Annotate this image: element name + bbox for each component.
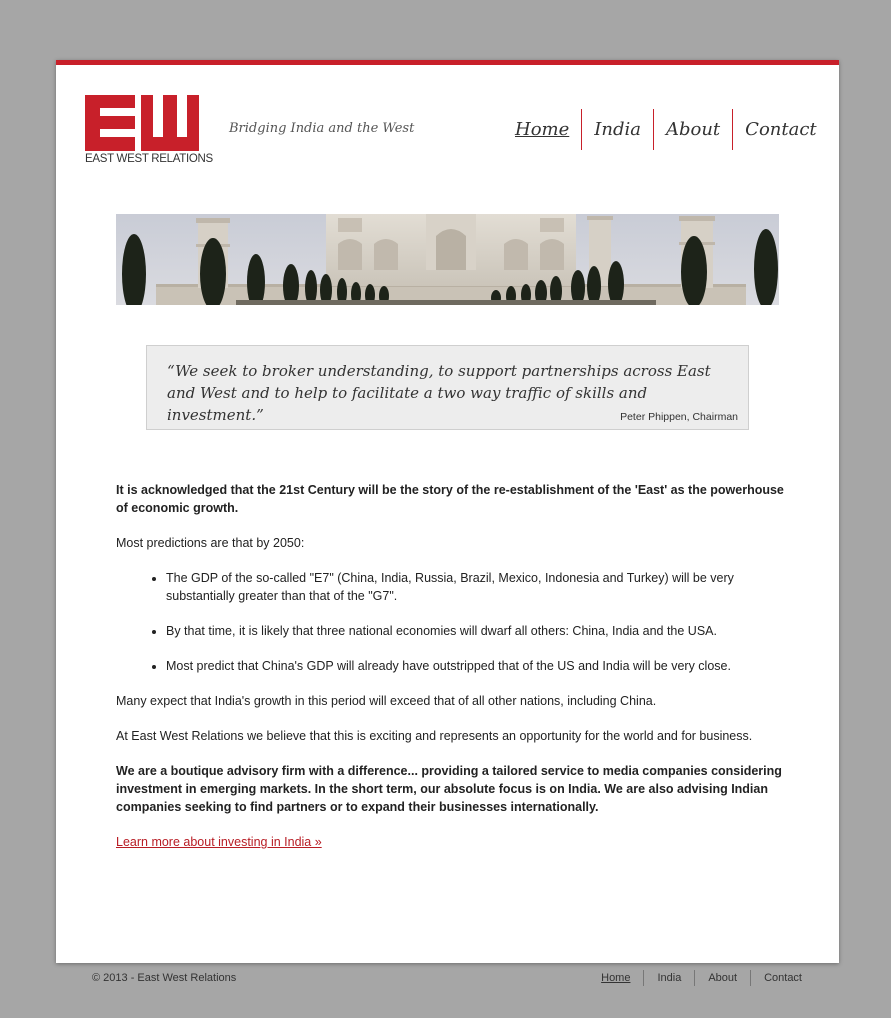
site-logo[interactable]: EAST WEST RELATIONS: [85, 95, 213, 165]
boutique-paragraph: We are a boutique advisory firm with a d…: [116, 764, 782, 814]
nav-india[interactable]: India: [582, 109, 653, 150]
main-nav: Home India About Contact: [503, 109, 829, 150]
list-item: By that time, it is likely that three na…: [166, 622, 786, 640]
ew-logo-icon: [85, 95, 199, 151]
footer-nav-contact[interactable]: Contact: [751, 970, 802, 986]
quote-author: Peter Phippen, Chairman: [620, 411, 738, 423]
footer-nav: Home India About Contact: [588, 970, 802, 986]
copyright-text: © 2013 - East West Relations: [92, 972, 237, 984]
list-item: The GDP of the so-called "E7" (China, In…: [166, 569, 786, 605]
site-tagline: Bridging India and the West: [229, 121, 415, 136]
footer-nav-india[interactable]: India: [644, 970, 694, 986]
list-item: Most predict that China's GDP will alrea…: [166, 657, 786, 675]
chairman-quote: “We seek to broker understanding, to sup…: [146, 345, 749, 430]
predictions-list: The GDP of the so-called "E7" (China, In…: [116, 569, 786, 675]
intro-paragraph: It is acknowledged that the 21st Century…: [116, 483, 784, 515]
nav-home[interactable]: Home: [503, 109, 581, 150]
predictions-lead: Most predictions are that by 2050:: [116, 536, 305, 550]
growth-paragraph: Many expect that India's growth in this …: [116, 694, 657, 708]
learn-more-link[interactable]: Learn more about investing in India »: [116, 835, 322, 849]
brand-name: EAST WEST RELATIONS: [85, 153, 213, 165]
banner-image: [116, 214, 779, 305]
taj-mahal-image: [116, 214, 779, 305]
nav-about[interactable]: About: [654, 109, 732, 150]
footer-nav-home[interactable]: Home: [588, 970, 643, 986]
footer-nav-about[interactable]: About: [695, 970, 750, 986]
belief-paragraph: At East West Relations we believe that t…: [116, 729, 753, 743]
page-container: EAST WEST RELATIONS Bridging India and t…: [56, 60, 839, 963]
main-content: It is acknowledged that the 21st Century…: [116, 481, 786, 868]
nav-contact[interactable]: Contact: [733, 109, 828, 150]
